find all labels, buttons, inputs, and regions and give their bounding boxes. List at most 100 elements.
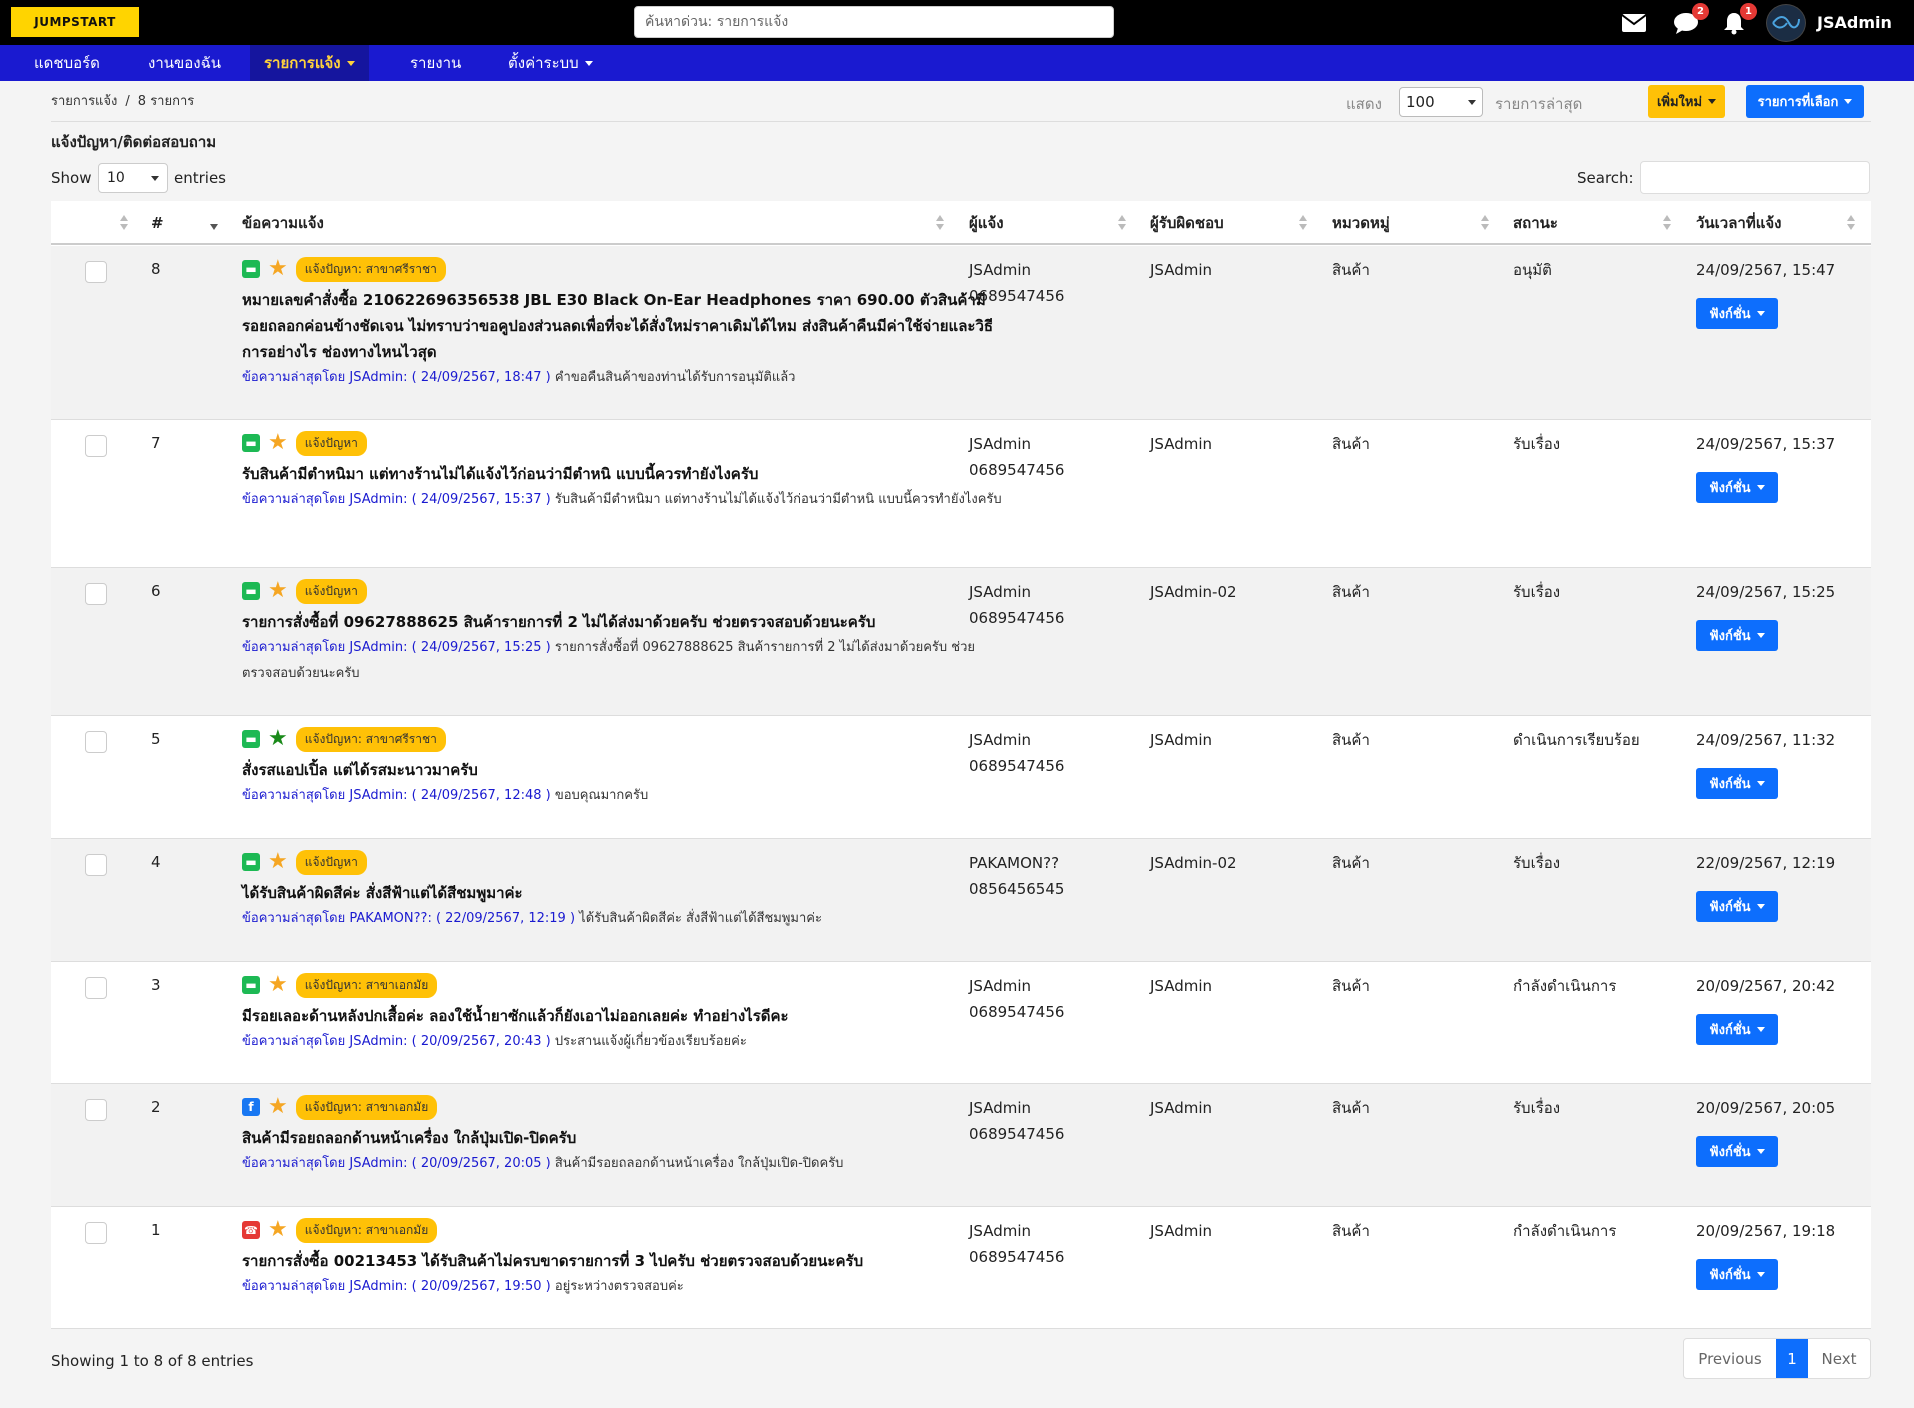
- star-icon[interactable]: ★: [268, 728, 288, 750]
- category-tag: แจ้งปัญหา: สาขาเอกมัย: [295, 1094, 438, 1120]
- star-icon[interactable]: ★: [268, 974, 288, 996]
- add-new-button[interactable]: เพิ่มใหม่: [1648, 85, 1725, 118]
- row-checkbox[interactable]: [85, 1222, 107, 1244]
- avatar[interactable]: [1766, 4, 1806, 42]
- reporter-name: PAKAMON??: [969, 854, 1060, 872]
- pagination-previous[interactable]: Previous: [1684, 1339, 1776, 1378]
- latest-message-text: คำขอคืนสินค้าของท่านได้รับการอนุมัติแล้ว: [554, 370, 796, 385]
- message-subject[interactable]: มีรอยเลอะด้านหลังปกเสื้อค่ะ ลองใช้น้ำยาซ…: [242, 1003, 1002, 1029]
- nav-settings[interactable]: ตั้งค่าระบบ: [494, 45, 607, 81]
- sort-icon[interactable]: [1663, 215, 1671, 231]
- message-subject[interactable]: หมายเลขคำสั่งซื้อ 210622696356538 JBL E3…: [242, 287, 1002, 365]
- show-count-value: 100: [1406, 93, 1435, 111]
- table-row[interactable]: 6 ▬ ★ แจ้งปัญหา รายการสั่งซื้อที่ 0962788862…: [51, 568, 1871, 716]
- message-subject[interactable]: รายการสั่งซื้อ 00213453 ได้รับสินค้าไม่ค…: [242, 1248, 1002, 1274]
- table-row[interactable]: 4 ▬ ★ แจ้งปัญหา ได้รับสินค้าผิดสีค่ะ สั่งสีฟ…: [51, 839, 1871, 962]
- notification-button[interactable]: 1: [1720, 3, 1757, 36]
- latest-message-by[interactable]: ข้อความล่าสุดโดย JSAdmin: ( 20/09/2567, …: [242, 1034, 551, 1049]
- reporter-cell: PAKAMON?? 0856456545: [969, 850, 1064, 902]
- sort-icon[interactable]: [120, 215, 128, 231]
- pagination-page-1[interactable]: 1: [1776, 1339, 1808, 1378]
- latest-message-by[interactable]: ข้อความล่าสุดโดย JSAdmin: ( 24/09/2567, …: [242, 788, 551, 803]
- latest-message-by[interactable]: ข้อความล่าสุดโดย JSAdmin: ( 20/09/2567, …: [242, 1156, 551, 1171]
- column-header-responsible[interactable]: ผู้รับผิดชอบ: [1150, 201, 1224, 245]
- table-row[interactable]: 8 ▬ ★ แจ้งปัญหา: สาขาศรีราชา หมายเลขคำสั่งซื…: [51, 246, 1871, 420]
- sort-icon[interactable]: [1118, 215, 1126, 231]
- column-header-number[interactable]: #: [151, 201, 164, 245]
- message-subject[interactable]: ได้รับสินค้าผิดสีค่ะ สั่งสีฟ้าแต่ได้สีชม…: [242, 880, 1002, 906]
- sort-icon[interactable]: [1481, 215, 1489, 231]
- column-header-category[interactable]: หมวดหมู่: [1332, 201, 1390, 245]
- message-subject[interactable]: สั่งรสแอปเปิ้ล แต่ได้รสมะนาวมาครับ: [242, 757, 1002, 783]
- pagination-next[interactable]: Next: [1808, 1339, 1870, 1378]
- table-search-input[interactable]: [1640, 161, 1870, 194]
- row-actions-button[interactable]: ฟังก์ชั่น: [1696, 1259, 1778, 1290]
- row-actions-button[interactable]: ฟังก์ชั่น: [1696, 768, 1778, 799]
- message-meta: ▬ ★ แจ้งปัญหา: [242, 578, 1002, 604]
- table-row[interactable]: 2 f ★ แจ้งปัญหา: สาขาเอกมัย สินค้ามีรอยถลอกด…: [51, 1084, 1871, 1207]
- sort-desc-icon[interactable]: [210, 215, 218, 231]
- row-number: 3: [151, 976, 161, 994]
- row-actions-button[interactable]: ฟังก์ชั่น: [1696, 1136, 1778, 1167]
- table-info: Showing 1 to 8 of 8 entries: [51, 1352, 254, 1370]
- nav-tickets[interactable]: รายการแจ้ง: [250, 45, 369, 81]
- message-subject[interactable]: รายการสั่งซื้อที่ 09627888625 สินค้ารายก…: [242, 609, 1002, 635]
- row-actions-button[interactable]: ฟังก์ชั่น: [1696, 298, 1778, 329]
- star-icon[interactable]: ★: [268, 1219, 288, 1241]
- table-row[interactable]: 3 ▬ ★ แจ้งปัญหา: สาขาเอกมัย มีรอยเลอะด้านหลั…: [51, 962, 1871, 1084]
- row-checkbox[interactable]: [85, 854, 107, 876]
- sort-icon[interactable]: [1299, 215, 1307, 231]
- length-prefix: Show: [51, 169, 92, 187]
- nav-dashboard[interactable]: แดชบอร์ด: [20, 45, 114, 81]
- datetime-cell: 22/09/2567, 12:19: [1696, 854, 1836, 872]
- row-actions-button[interactable]: ฟังก์ชั่น: [1696, 472, 1778, 503]
- latest-items-label[interactable]: รายการล่าสุด: [1495, 92, 1582, 116]
- show-count-select[interactable]: 100: [1399, 87, 1483, 117]
- reporter-name: JSAdmin: [969, 435, 1032, 453]
- column-header-reporter[interactable]: ผู้แจ้ง: [969, 201, 1004, 245]
- table-row[interactable]: 5 ▬ ★ แจ้งปัญหา: สาขาศรีราชา สั่งรสแอปเปิ้ล …: [51, 716, 1871, 839]
- nav-reports[interactable]: รายงาน: [396, 45, 475, 81]
- sort-icon[interactable]: [1847, 215, 1855, 231]
- message-meta: ☎ ★ แจ้งปัญหา: สาขาเอกมัย: [242, 1217, 1002, 1243]
- star-icon[interactable]: ★: [268, 580, 288, 602]
- row-checkbox[interactable]: [85, 977, 107, 999]
- row-checkbox[interactable]: [85, 583, 107, 605]
- latest-message-by[interactable]: ข้อความล่าสุดโดย PAKAMON??: ( 22/09/2567…: [242, 911, 575, 926]
- message-subject[interactable]: สินค้ามีรอยถลอกด้านหน้าเครื่อง ใกล้ปุ่มเ…: [242, 1125, 1002, 1151]
- length-select[interactable]: 10: [98, 163, 168, 193]
- row-checkbox[interactable]: [85, 1099, 107, 1121]
- latest-message-by[interactable]: ข้อความล่าสุดโดย JSAdmin: ( 24/09/2567, …: [242, 370, 551, 385]
- breadcrumb-root[interactable]: รายการแจ้ง: [51, 94, 117, 109]
- table-row[interactable]: 1 ☎ ★ แจ้งปัญหา: สาขาเอกมัย รายการสั่งซื้อ 0…: [51, 1207, 1871, 1329]
- status-cell: รับเรื่อง: [1513, 1099, 1561, 1117]
- row-checkbox[interactable]: [85, 261, 107, 283]
- sort-icon[interactable]: [936, 215, 944, 231]
- status-cell: รับเรื่อง: [1513, 435, 1561, 453]
- chat-button[interactable]: 2: [1672, 3, 1709, 36]
- star-icon[interactable]: ★: [268, 258, 288, 280]
- column-header-message[interactable]: ข้อความแจ้ง: [242, 201, 324, 245]
- star-icon[interactable]: ★: [268, 851, 288, 873]
- user-name[interactable]: JSAdmin: [1817, 13, 1892, 32]
- star-icon[interactable]: ★: [268, 1096, 288, 1118]
- row-actions-button[interactable]: ฟังก์ชั่น: [1696, 891, 1778, 922]
- table-row[interactable]: 7 ▬ ★ แจ้งปัญหา รับสินค้ามีตำหนิมา แต่ทางร้า…: [51, 420, 1871, 568]
- column-header-datetime[interactable]: วันเวลาที่แจ้ง: [1696, 201, 1782, 245]
- category-tag: แจ้งปัญหา: [295, 849, 367, 875]
- row-checkbox[interactable]: [85, 435, 107, 457]
- message-subject[interactable]: รับสินค้ามีตำหนิมา แต่ทางร้านไม่ได้แจ้งไ…: [242, 461, 1002, 487]
- mail-button[interactable]: [1620, 10, 1648, 36]
- latest-message-by[interactable]: ข้อความล่าสุดโดย JSAdmin: ( 24/09/2567, …: [242, 492, 551, 507]
- brand-logo[interactable]: JUMPSTART: [11, 7, 139, 37]
- column-header-status[interactable]: สถานะ: [1513, 201, 1558, 245]
- row-actions-button[interactable]: ฟังก์ชั่น: [1696, 620, 1778, 651]
- row-checkbox[interactable]: [85, 731, 107, 753]
- latest-message-by[interactable]: ข้อความล่าสุดโดย JSAdmin: ( 20/09/2567, …: [242, 1279, 551, 1294]
- latest-message-by[interactable]: ข้อความล่าสุดโดย JSAdmin: ( 24/09/2567, …: [242, 640, 551, 655]
- row-actions-button[interactable]: ฟังก์ชั่น: [1696, 1014, 1778, 1045]
- star-icon[interactable]: ★: [268, 432, 288, 454]
- quick-search-input[interactable]: [634, 6, 1114, 38]
- nav-my-tasks[interactable]: งานของฉัน: [134, 45, 235, 81]
- selected-items-button[interactable]: รายการที่เลือก: [1746, 85, 1864, 118]
